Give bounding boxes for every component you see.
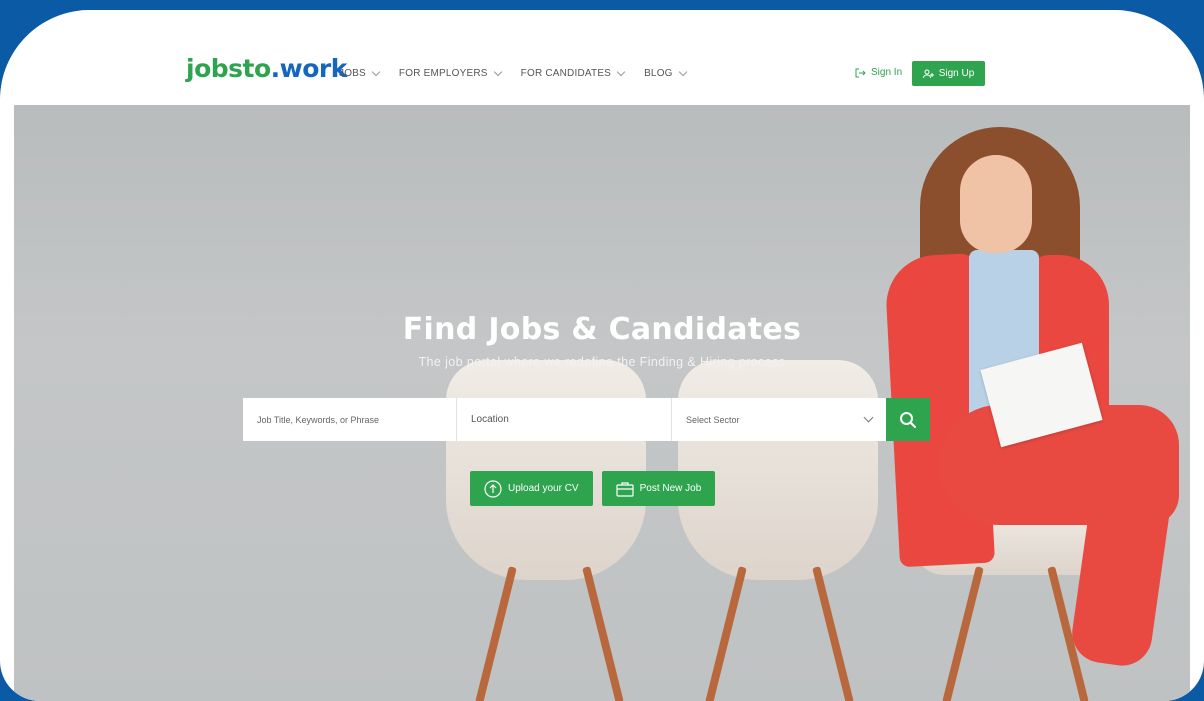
nav-label: BLOG: [644, 68, 673, 79]
search-icon: [900, 411, 916, 428]
browser-frame: jobsto.work JOBS FOR EMPLOYERS FOR CANDI…: [0, 10, 1204, 701]
hero-subtitle: The job portal where we redefine the Fin…: [418, 355, 786, 369]
hero-actions: Upload your CV Post New Job: [470, 471, 716, 506]
nav-label: JOBS: [339, 68, 366, 79]
hero-section: Find Jobs & Candidates The job portal wh…: [14, 105, 1190, 701]
sign-in-link[interactable]: Sign In: [855, 67, 902, 78]
nav-item-for-candidates[interactable]: FOR CANDIDATES: [520, 67, 626, 79]
sign-up-button[interactable]: Sign Up: [912, 61, 985, 86]
chair-image: [678, 360, 878, 580]
logo-text-part2: work: [279, 54, 348, 83]
woman-image: [960, 155, 1032, 253]
user-add-icon: [922, 69, 934, 78]
chair-leg: [475, 566, 517, 701]
logo-text-part1: jobsto: [186, 54, 271, 83]
chair-leg: [705, 566, 747, 701]
search-button[interactable]: [886, 398, 930, 441]
chevron-down-icon: [493, 67, 502, 76]
upload-cv-label: Upload your CV: [508, 483, 579, 494]
nav-item-blog[interactable]: BLOG: [644, 67, 687, 79]
chair-leg: [812, 566, 854, 701]
chair-leg: [582, 566, 624, 701]
post-new-job-button[interactable]: Post New Job: [601, 471, 716, 506]
chair-image: [446, 360, 646, 580]
upload-icon: [484, 479, 502, 498]
upload-cv-button[interactable]: Upload your CV: [470, 471, 593, 506]
nav-label: FOR CANDIDATES: [520, 68, 612, 79]
chevron-down-icon: [616, 67, 626, 76]
sign-in-icon: [855, 68, 866, 77]
nav-item-jobs[interactable]: JOBS: [339, 67, 381, 79]
sign-up-label: Sign Up: [938, 68, 975, 79]
nav-label: FOR EMPLOYERS: [398, 68, 488, 79]
location-placeholder: Location: [471, 414, 509, 425]
site-header: jobsto.work JOBS FOR EMPLOYERS FOR CANDI…: [0, 10, 1204, 105]
keywords-placeholder: Job Title, Keywords, or Phrase: [257, 414, 380, 425]
chevron-down-icon: [371, 67, 381, 76]
logo-dot: .: [270, 54, 281, 83]
hero-title: Find Jobs & Candidates: [402, 312, 802, 347]
briefcase-icon: [615, 481, 634, 497]
keywords-input[interactable]: Job Title, Keywords, or Phrase: [243, 398, 457, 441]
post-new-job-label: Post New Job: [639, 483, 702, 494]
chevron-down-icon: [863, 412, 874, 423]
chair-leg: [942, 566, 984, 701]
sector-selected-value: Select Sector: [686, 414, 740, 425]
chevron-down-icon: [678, 67, 687, 76]
sign-in-label: Sign In: [871, 67, 903, 78]
search-bar: Job Title, Keywords, or Phrase Location …: [243, 398, 930, 441]
main-nav: JOBS FOR EMPLOYERS FOR CANDIDATES BLOG: [339, 67, 706, 79]
location-input[interactable]: Location: [457, 398, 672, 441]
sector-select[interactable]: Select Sector: [672, 398, 886, 441]
nav-item-for-employers[interactable]: FOR EMPLOYERS: [398, 67, 502, 79]
site-logo[interactable]: jobsto.work: [186, 56, 347, 81]
